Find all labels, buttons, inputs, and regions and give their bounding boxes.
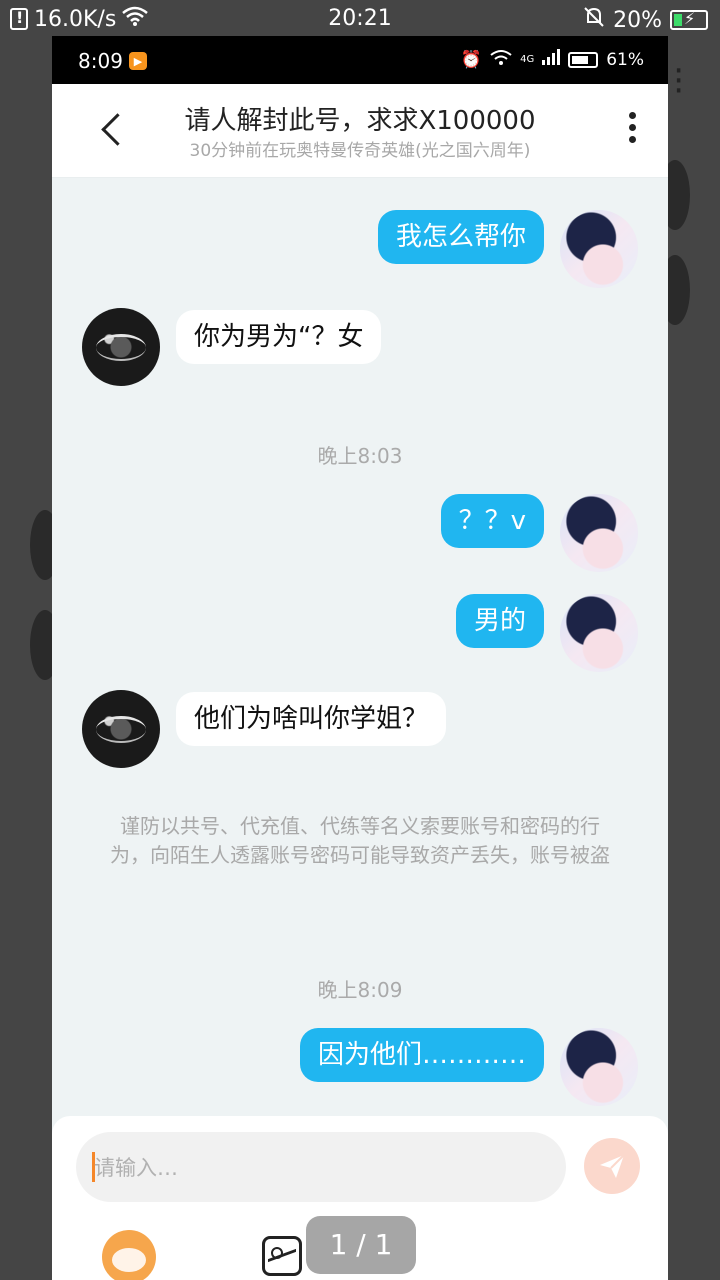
page-indicator: 1 / 1 <box>306 1216 416 1274</box>
message-bubble-other[interactable]: 他们为啥叫你学姐？ <box>176 692 447 746</box>
my-avatar[interactable] <box>560 594 638 672</box>
my-avatar[interactable] <box>560 1028 638 1106</box>
battery-icon <box>568 51 599 68</box>
network-type: 4G <box>520 54 535 65</box>
message-bubble-me[interactable]: 我怎么帮你 <box>377 210 544 264</box>
chat-header: 请人解封此号，求求X100000 30分钟前在玩奥特曼传奇英雄(光之国六周年) <box>52 84 668 178</box>
more-options-button[interactable] <box>624 112 640 150</box>
message-bubble-me[interactable]: 因为他们………… <box>299 1028 544 1082</box>
my-avatar[interactable] <box>560 210 638 288</box>
other-avatar[interactable] <box>82 690 160 768</box>
message-bubble-other[interactable]: 你为男为“？女 <box>176 310 382 364</box>
battery-percent: 20% <box>613 7 662 33</box>
background-menu-dots-icon: · · · <box>673 51 684 111</box>
security-notice: 谨防以共号、代充值、代练等名义索要账号和密码的行为，向陌生人透露账号密码可能导致… <box>110 814 610 867</box>
inner-battery-percent: 61% <box>606 49 644 70</box>
send-button[interactable] <box>584 1138 640 1194</box>
send-icon <box>600 1154 625 1178</box>
inner-status-bar: 8:09 ▶ ⏰ 4G 61% <box>52 36 668 84</box>
input-placeholder: 请输入… <box>94 1156 178 1180</box>
emoji-mascot-icon[interactable] <box>102 1230 156 1280</box>
chat-subtitle: 30分钟前在玩奥特曼传奇英雄(光之国六周年) <box>189 141 531 161</box>
inner-clock: 8:09 <box>78 49 123 73</box>
mute-bell-icon <box>583 6 605 34</box>
chat-title: 请人解封此号，求求X100000 <box>184 106 536 136</box>
chat-screenshot: 8:09 ▶ ⏰ 4G 61% 请人解封此号，求求X100000 30分钟前在玩… <box>52 36 668 1280</box>
alarm-icon: ⏰ <box>460 49 483 70</box>
battery-icon: ⚡ <box>670 9 708 30</box>
wifi-icon <box>490 49 512 70</box>
other-avatar[interactable] <box>82 308 160 386</box>
message-timestamp: 晚上8:09 <box>317 978 403 1002</box>
message-bubble-me[interactable]: 男的 <box>455 594 544 648</box>
video-app-icon: ▶ <box>128 52 147 70</box>
message-bubble-me[interactable]: ？？v <box>440 494 544 548</box>
signal-icon <box>542 49 561 70</box>
image-picker-icon[interactable] <box>262 1236 302 1276</box>
message-input[interactable]: 请输入… <box>76 1132 566 1202</box>
outer-status-bar: 16.0K/s 20:21 20% ⚡ <box>0 0 720 38</box>
my-avatar[interactable] <box>560 494 638 572</box>
message-timestamp: 晚上8:03 <box>317 444 403 468</box>
message-list: 我怎么帮你 你为男为“？女 晚上8:03 ？？v 男的 他们为啥叫你学姐？ 谨防… <box>52 178 668 1118</box>
